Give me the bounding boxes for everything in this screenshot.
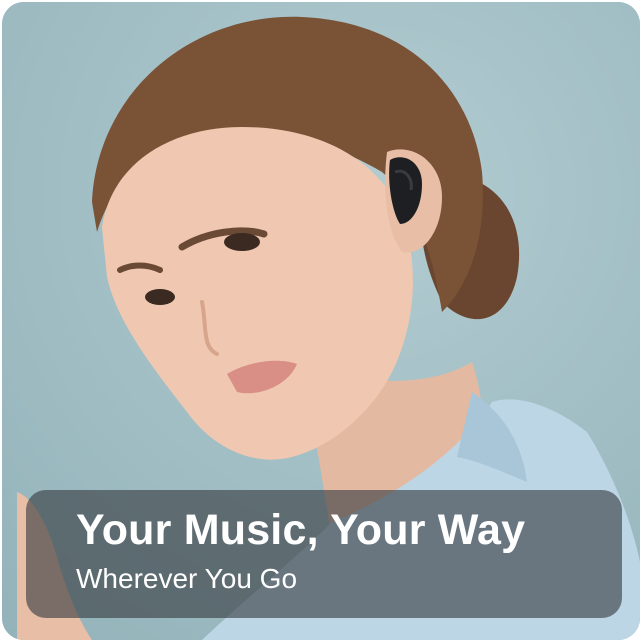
banner-headline: Your Music, Your Way — [76, 506, 526, 554]
banner-subline: Wherever You Go — [76, 563, 298, 594]
left-eye — [224, 233, 260, 251]
promo-banner: Your Music, Your Way Wherever You Go — [26, 490, 622, 618]
product-image-frame: Your Music, Your Way Wherever You Go — [2, 2, 640, 640]
right-eye — [145, 289, 175, 305]
